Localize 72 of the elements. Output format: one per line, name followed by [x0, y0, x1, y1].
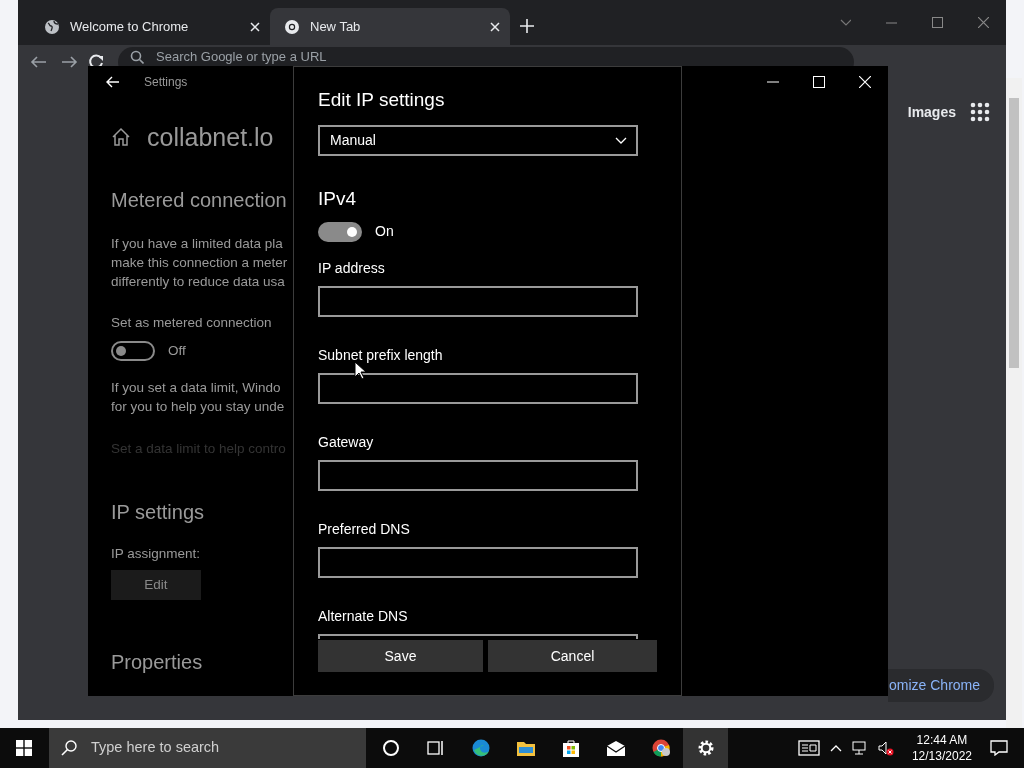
- notification-icon[interactable]: [990, 740, 1008, 756]
- images-link[interactable]: Images: [907, 102, 956, 123]
- search-icon: [130, 49, 144, 64]
- browser-tab[interactable]: Welcome to Chrome: [30, 8, 270, 45]
- section-heading: IPv4: [318, 187, 358, 211]
- clock-time: 12:44 AM: [915, 732, 969, 748]
- task-view-icon: [426, 739, 445, 757]
- toggle-on[interactable]: [318, 221, 362, 242]
- scrollbar[interactable]: [1006, 78, 1022, 728]
- browser-tab[interactable]: New Tab: [270, 8, 510, 45]
- taskbar-button[interactable]: [683, 728, 728, 768]
- chevron-icon: [615, 136, 627, 145]
- dropdown[interactable]: Manual: [318, 125, 638, 156]
- paragraph-line: If you have a limited data pla: [111, 235, 284, 253]
- network-icon[interactable]: [851, 740, 868, 756]
- paragraph-line: If you set a data limit, Windo: [111, 379, 282, 398]
- windows-icon[interactable]: [16, 740, 32, 756]
- field-label: Subnet prefix length: [318, 346, 444, 364]
- toggle-state: On: [375, 222, 394, 241]
- input-field[interactable]: [318, 547, 638, 578]
- window-title: Settings: [144, 74, 188, 91]
- tab-title: Welcome to Chrome: [70, 17, 190, 36]
- tab-title: New Tab: [310, 17, 362, 36]
- new-tab-icon[interactable]: [520, 19, 534, 33]
- apps-grid-icon[interactable]: [970, 102, 990, 122]
- input-field[interactable]: [318, 634, 638, 639]
- toggle-off[interactable]: [111, 341, 155, 362]
- input-field[interactable]: [318, 460, 638, 491]
- dialog-title: Edit IP settings: [318, 88, 446, 112]
- store-icon: [561, 739, 580, 757]
- folder-icon: [516, 739, 535, 757]
- search-icon: [61, 740, 77, 756]
- scroll-thumb[interactable]: [1009, 98, 1019, 368]
- clock-date: 12/13/2022: [911, 748, 972, 764]
- cursor-icon: [354, 361, 366, 380]
- edge-icon: [471, 739, 490, 757]
- setting-label: Set as metered connection: [111, 314, 273, 332]
- customize-button[interactable]: omize Chrome: [888, 669, 995, 702]
- cancel-button[interactable]: Cancel: [488, 640, 657, 672]
- input-field[interactable]: [318, 373, 638, 404]
- paragraph-line: for you to help you stay unde: [111, 398, 286, 417]
- globe-icon: [44, 18, 60, 35]
- clock[interactable]: 12:44 AM 12/13/2022: [911, 732, 972, 764]
- section-heading: Properties: [111, 650, 204, 676]
- news-icon[interactable]: [797, 740, 820, 756]
- save-button[interactable]: Save: [318, 640, 483, 672]
- field-label: Preferred DNS: [318, 520, 411, 538]
- paragraph-line: make this connection a meter: [111, 254, 289, 272]
- setting-label: IP assignment:: [111, 545, 202, 564]
- field-label: Gateway: [318, 433, 375, 451]
- field-label: IP address: [318, 259, 386, 277]
- field-label: Alternate DNS: [318, 607, 409, 625]
- chrome-icon: [284, 18, 300, 35]
- address-placeholder: Search Google or type a URL: [156, 48, 327, 64]
- page-title: collabnet.lo: [147, 122, 274, 153]
- section-heading: IP settings: [111, 500, 206, 526]
- input-field[interactable]: [318, 286, 638, 317]
- section-heading: Metered connection: [111, 188, 288, 213]
- chevron-up-icon[interactable]: [829, 744, 842, 752]
- chrome-icon: [651, 739, 670, 757]
- home-icon[interactable]: [111, 127, 131, 147]
- muted-volume-icon[interactable]: [877, 740, 894, 756]
- back-icon[interactable]: [106, 76, 120, 88]
- envelope-icon: [606, 739, 625, 757]
- tab-search-icon[interactable]: [839, 17, 851, 28]
- gear-icon: [696, 739, 715, 757]
- search-placeholder: Type here to search: [91, 738, 220, 758]
- paragraph-line: differently to reduce data usa: [111, 273, 286, 291]
- toggle-state: Off: [168, 342, 186, 360]
- taskbar-search[interactable]: Type here to search: [49, 728, 366, 768]
- circle-icon: [381, 739, 400, 757]
- edit-button[interactable]: Edit: [111, 570, 201, 601]
